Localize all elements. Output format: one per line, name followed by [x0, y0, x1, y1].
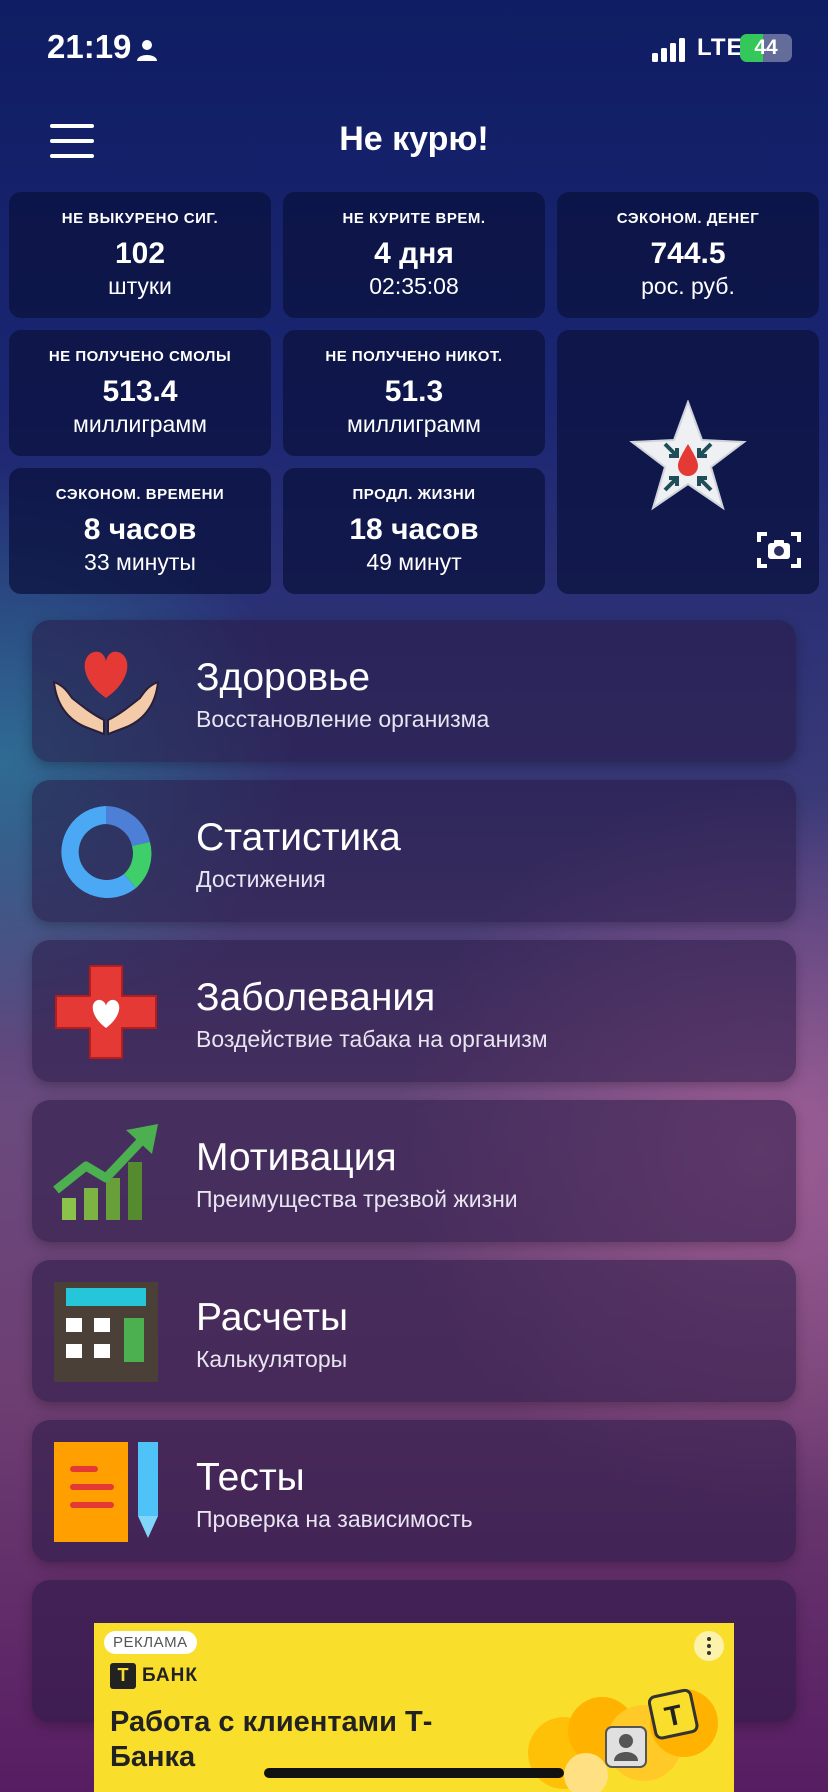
stat-value: 8 часов [83, 513, 197, 546]
stat-unit: 02:35:08 [369, 273, 459, 299]
status-bar: 21:19 LTE 44 [0, 0, 828, 100]
menu-item-title: Мотивация [196, 1136, 397, 1179]
menu-item-motivation[interactable]: Мотивация Преимущества трезвой жизни [32, 1100, 796, 1242]
stat-unit: миллиграмм [347, 411, 481, 437]
signal-icon [652, 38, 685, 62]
bank-logo-icon: Т [110, 1663, 136, 1689]
stat-label: НЕ ПОЛУЧЕНО НИКОТ. [325, 348, 503, 365]
menu-item-subtitle: Калькуляторы [196, 1346, 348, 1372]
ring-chart-icon [61, 806, 152, 898]
stat-unit: рос. руб. [641, 273, 735, 299]
menu-item-subtitle: Восстановление организма [196, 706, 490, 732]
stat-nicotine: НЕ ПОЛУЧЕНО НИКОТ. 51.3 миллиграмм [283, 330, 545, 456]
stat-label: НЕ ВЫКУРЕНО СИГ. [61, 210, 219, 227]
stat-unit: 33 минуты [84, 549, 196, 575]
calculator-icon [54, 1282, 158, 1382]
stat-cigarettes: НЕ ВЫКУРЕНО СИГ. 102 штуки [9, 192, 271, 318]
person-icon [137, 40, 157, 61]
stat-label: ПРОДЛ. ЖИЗНИ [352, 486, 476, 503]
stat-label: СЭКОНОМ. ВРЕМЕНИ [55, 486, 225, 503]
stat-value: 513.4 [102, 375, 178, 408]
app-header: Не курю! [0, 100, 828, 190]
menu-item-diseases[interactable]: Заболевания Воздействие табака на органи… [32, 940, 796, 1082]
ad-brand: БАНК [142, 1665, 198, 1686]
stat-value: 102 [114, 237, 166, 270]
ad-label: РЕКЛАМА [104, 1631, 197, 1654]
heart-hands-icon [52, 651, 160, 736]
stat-value: 51.3 [384, 375, 444, 408]
menu-item-statistics[interactable]: Статистика Достижения [32, 780, 796, 922]
stat-life-extended: ПРОДЛ. ЖИЗНИ 18 часов 49 минут [283, 468, 545, 594]
home-indicator[interactable] [264, 1768, 564, 1778]
menu-item-calculations[interactable]: Расчеты Калькуляторы [32, 1260, 796, 1402]
stat-value: 4 дня [374, 237, 454, 270]
battery-percent: 44 [754, 36, 778, 59]
menu-item-title: Статистика [196, 816, 401, 859]
ad-banner[interactable]: РЕКЛАМА Т БАНК Работа с клиентами Т-Банк… [94, 1623, 734, 1792]
battery-icon: 44 [740, 34, 792, 62]
star-badge-icon [629, 400, 747, 511]
stat-unit: миллиграмм [73, 411, 207, 437]
camera-icon[interactable] [757, 530, 801, 570]
menu-item-subtitle: Воздействие табака на организм [196, 1026, 548, 1052]
menu-item-title: Тесты [196, 1456, 305, 1499]
stat-time-not-smoking: НЕ КУРИТЕ ВРЕМ. 4 дня 02:35:08 [283, 192, 545, 318]
menu-item-title: Здоровье [196, 656, 371, 699]
stat-value: 18 часов [349, 513, 479, 546]
stat-value: 744.5 [650, 237, 726, 270]
stat-label: СЭКОНОМ. ДЕНЕГ [616, 210, 760, 227]
menu-item-subtitle: Проверка на зависимость [196, 1506, 473, 1532]
stat-unit: 49 минут [366, 549, 462, 575]
stat-time-saved: СЭКОНОМ. ВРЕМЕНИ 8 часов 33 минуты [9, 468, 271, 594]
stat-unit: штуки [108, 273, 172, 299]
medical-cross-icon [55, 965, 157, 1059]
stat-tar: НЕ ПОЛУЧЕНО СМОЛЫ 513.4 миллиграмм [9, 330, 271, 456]
network-type: LTE [697, 34, 744, 61]
page-title: Не курю! [339, 120, 489, 158]
status-time: 21:19 [47, 28, 132, 65]
ad-title: Работа с клиентами Т-Банка [110, 1706, 433, 1773]
menu-item-subtitle: Преимущества трезвой жизни [196, 1186, 518, 1212]
stat-label: НЕ КУРИТЕ ВРЕМ. [342, 210, 486, 227]
menu-item-title: Заболевания [196, 976, 436, 1019]
growth-chart-icon [53, 1124, 158, 1220]
achievement-badge-card[interactable] [557, 330, 819, 594]
stat-money-saved: СЭКОНОМ. ДЕНЕГ 744.5 рос. руб. [557, 192, 819, 318]
notepad-pencil-icon [54, 1442, 158, 1542]
bank-logo-letter: Т [117, 1665, 129, 1685]
menu-item-title: Расчеты [196, 1296, 349, 1339]
menu-item-health[interactable]: Здоровье Восстановление организма [32, 620, 796, 762]
menu-item-subtitle: Достижения [196, 866, 326, 892]
menu-item-tests[interactable]: Тесты Проверка на зависимость [32, 1420, 796, 1562]
stat-label: НЕ ПОЛУЧЕНО СМОЛЫ [48, 348, 232, 365]
